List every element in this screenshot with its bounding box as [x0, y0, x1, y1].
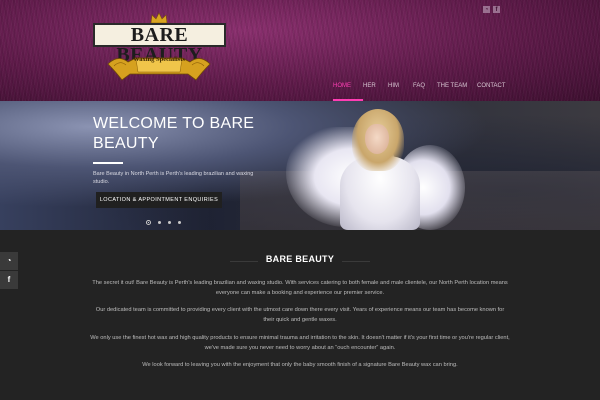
facebook-icon[interactable]: f [493, 6, 500, 13]
slider-dot-1[interactable] [146, 220, 151, 225]
hero-description: Bare Beauty in North Perth is Perth's le… [93, 171, 254, 185]
paragraph-team: Our dedicated team is committed to provi… [95, 307, 505, 323]
paragraph-closing: We look forward to leaving you with the … [142, 362, 458, 368]
nav-him[interactable]: HIM [388, 83, 413, 101]
hero-slider: WELCOME TO BARE BEAUTY Bare Beauty in No… [0, 101, 600, 230]
logo-title: BARE BEAUTY [93, 23, 226, 65]
section-title: BARE BEAUTY [265, 254, 335, 264]
nav-her[interactable]: HER [363, 83, 388, 101]
paragraph-products: We only use the finest hot wax and high … [90, 335, 510, 351]
hero-title: WELCOME TO BARE BEAUTY [93, 115, 255, 152]
nav-the-team[interactable]: THE TEAM [437, 83, 477, 101]
nav-home[interactable]: HOME [333, 83, 363, 101]
facebook-icon[interactable]: f [0, 271, 18, 289]
site-logo[interactable]: BARE BEAUTY Waxing Specialists [92, 12, 227, 84]
top-social-links: ◔ f [483, 6, 500, 13]
main-nav: HOME HER HIM FAQ THE TEAM CONTACT [333, 83, 507, 101]
nav-contact[interactable]: CONTACT [477, 83, 507, 101]
nav-faq[interactable]: FAQ [413, 83, 437, 101]
hero-divider [93, 162, 123, 164]
logo-tagline: Waxing Specialists [133, 56, 185, 63]
site-header: ◔ f BARE BEAUTY Waxing Specialists HOME … [0, 0, 600, 101]
hero-image-face [365, 124, 389, 154]
page: ◔ f BARE BEAUTY Waxing Specialists HOME … [0, 0, 600, 400]
rss-icon[interactable]: ◔ [483, 6, 490, 13]
slider-dot-2[interactable] [158, 221, 161, 224]
slider-dot-4[interactable] [178, 221, 181, 224]
paragraph-intro: The secret it out! Bare Beauty is Perth'… [92, 280, 508, 296]
slider-pagination [146, 220, 181, 225]
title-divider-right [342, 261, 370, 262]
location-enquiries-button[interactable]: LOCATION & APPOINTMENT ENQUIRIES [96, 192, 222, 208]
slider-dot-3[interactable] [168, 221, 171, 224]
